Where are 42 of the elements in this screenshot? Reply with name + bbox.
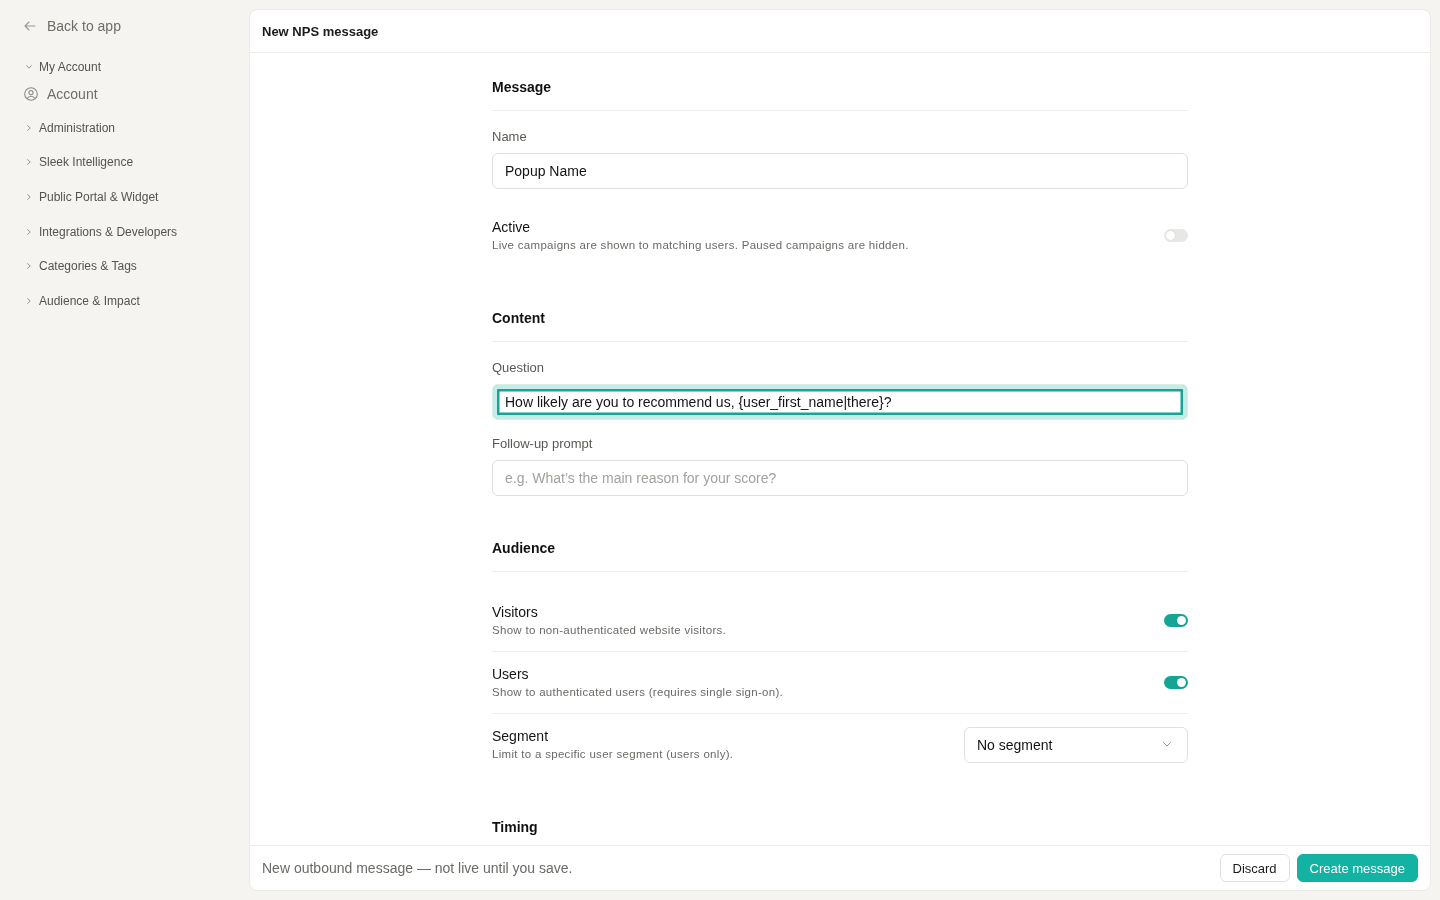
chevron-right-icon	[27, 194, 31, 201]
setting-label: Visitors	[492, 603, 539, 622]
segment-select[interactable]: No segment	[964, 726, 1188, 763]
section-heading: Timing	[492, 819, 538, 835]
chevron-right-icon	[27, 263, 31, 270]
user-circle-icon	[24, 86, 38, 101]
chevron-down-icon	[1163, 742, 1171, 747]
setting-description: Show to authenticated users (requires single sign-on).	[492, 685, 784, 700]
discard-button[interactable]: Discard	[1219, 854, 1290, 882]
sidebar-group[interactable]: Categories & Tags	[24, 248, 137, 284]
sidebar-group[interactable]: Audience & Impact	[24, 283, 140, 319]
sidebar-group[interactable]: Integrations & Developers	[24, 214, 178, 249]
setting-description: Live campaigns are shown to matching users. Paused campaigns are hidden.	[492, 238, 909, 253]
toggle-switch[interactable]	[1164, 676, 1188, 689]
field-label: Follow-up prompt	[492, 436, 594, 452]
setting-description: Show to non-authenticated website visitors.	[492, 623, 727, 638]
chevron-right-icon	[27, 228, 31, 235]
back-link[interactable]: Back to app	[24, 16, 121, 36]
chevron-right-icon	[27, 297, 31, 304]
input-field[interactable]: Popup Name	[492, 153, 1188, 189]
setting-description: Limit to a specific user segment (users only).	[492, 747, 734, 762]
setting-label: Segment	[492, 727, 550, 746]
panel-title: New NPS message	[262, 23, 379, 39]
section-heading: Message	[492, 79, 552, 95]
field-label: Name	[492, 129, 528, 145]
setting-label: Users	[492, 665, 530, 684]
section-heading: Content	[492, 310, 545, 326]
toggle-switch[interactable]	[1164, 229, 1188, 242]
sidebar-group[interactable]: Sleek Intelligence	[24, 145, 134, 180]
footer-note: New outbound message — not live until you save.	[262, 860, 573, 876]
section-heading: Audience	[492, 540, 555, 556]
input-field[interactable]: How likely are you to recommend us, {user_first_name|there}?	[492, 384, 1188, 420]
arrow-left-icon	[24, 21, 36, 31]
setting-label: Active	[492, 218, 532, 237]
field-label: Question	[492, 360, 546, 376]
input-field[interactable]: e.g. What’s the main reason for your score?	[492, 460, 1188, 496]
sidebar-group[interactable]: Administration	[24, 110, 116, 146]
chevron-right-icon	[27, 159, 31, 166]
chevron-right-icon	[27, 124, 31, 131]
toggle-switch[interactable]	[1164, 614, 1188, 627]
chevron-down-icon	[26, 65, 32, 70]
sidebar-group[interactable]: Public Portal & Widget	[24, 179, 159, 215]
